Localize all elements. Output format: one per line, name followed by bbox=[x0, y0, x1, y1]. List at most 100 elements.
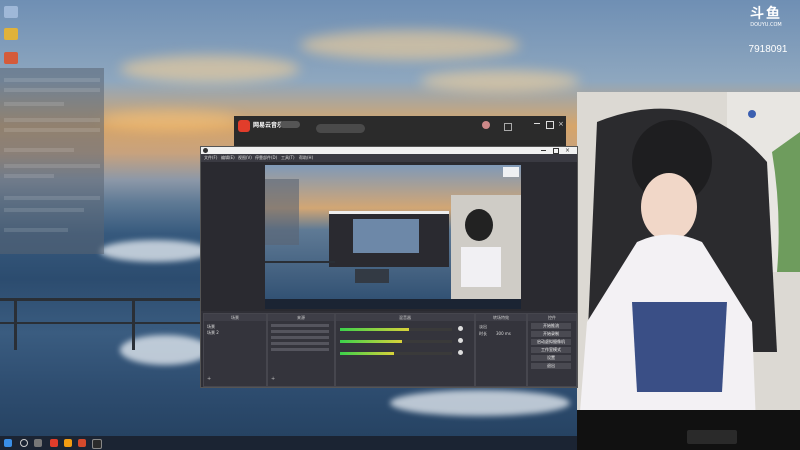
mixer-meter-fill bbox=[340, 340, 402, 343]
source-item[interactable] bbox=[271, 324, 329, 327]
mixer-meter bbox=[340, 340, 452, 343]
transition-duration-value[interactable]: 300 ms bbox=[496, 331, 511, 336]
railing bbox=[0, 298, 200, 301]
obs-logo-icon bbox=[203, 148, 208, 153]
search-input[interactable] bbox=[316, 124, 365, 133]
cloud bbox=[300, 30, 520, 60]
mixer-meter bbox=[340, 352, 452, 355]
platform-logo: 斗鱼 DOUYU.COM bbox=[738, 6, 794, 42]
desktop-icon[interactable] bbox=[4, 52, 18, 64]
maximize-icon[interactable] bbox=[546, 121, 554, 129]
start-streaming-button[interactable]: 开始推流 bbox=[531, 323, 571, 329]
taskbar-app-icon[interactable] bbox=[92, 439, 102, 449]
desktop-icon[interactable] bbox=[4, 28, 18, 40]
railing-post bbox=[132, 298, 135, 350]
chat-line bbox=[4, 208, 84, 212]
source-item[interactable] bbox=[271, 330, 329, 333]
platform-logo-mark: 斗鱼 bbox=[750, 6, 782, 22]
start-recording-button[interactable]: 开始录制 bbox=[531, 331, 571, 337]
add-scene-icon[interactable]: + bbox=[207, 376, 211, 382]
transition-type[interactable]: 淡出 bbox=[479, 324, 487, 330]
controls-dock: 控件 开始推流 开始录制 启动虚拟摄像机 工作室模式 设置 退出 bbox=[527, 313, 577, 387]
task-view-icon[interactable] bbox=[34, 439, 42, 447]
source-item[interactable] bbox=[271, 336, 329, 339]
music-app-badge bbox=[280, 121, 300, 128]
taskbar-app-icon[interactable] bbox=[64, 439, 72, 447]
menu-help[interactable]: 帮助(H) bbox=[299, 155, 313, 161]
obs-titlebar[interactable]: × bbox=[201, 147, 577, 154]
settings-button[interactable]: 设置 bbox=[531, 355, 571, 361]
webcam-image bbox=[577, 92, 800, 450]
preview-image bbox=[265, 165, 521, 309]
cloud bbox=[420, 70, 580, 92]
room-id: 7918091 bbox=[748, 44, 788, 55]
mixer-dock-title: 混音器 bbox=[336, 314, 474, 321]
railing bbox=[0, 322, 200, 324]
avatar[interactable] bbox=[482, 121, 490, 129]
menu-view[interactable]: 视图(V) bbox=[238, 155, 252, 161]
mixer-meter-fill bbox=[340, 352, 394, 355]
music-app-title: 网易云音乐 bbox=[253, 122, 284, 129]
taskbar-app-icon[interactable] bbox=[78, 439, 86, 447]
chat-line bbox=[4, 128, 100, 132]
add-source-icon[interactable]: + bbox=[271, 376, 275, 382]
sources-dock: 来源 + bbox=[267, 313, 335, 387]
wave bbox=[100, 240, 210, 262]
chat-line bbox=[4, 118, 100, 122]
chat-line bbox=[4, 228, 68, 232]
obs-docks: 场景 场景 场景 2 + 来源 + 混音器 转场特效 淡出 时长 300 ms … bbox=[201, 311, 577, 387]
transitions-dock-title: 转场特效 bbox=[476, 314, 526, 321]
menu-file[interactable]: 文件(F) bbox=[204, 155, 217, 161]
platform-logo-url: DOUYU.COM bbox=[750, 22, 782, 28]
chat-line bbox=[4, 164, 100, 168]
studio-mode-button[interactable]: 工作室模式 bbox=[531, 347, 571, 353]
chat-line bbox=[4, 174, 54, 178]
source-item[interactable] bbox=[271, 348, 329, 351]
chat-line bbox=[4, 196, 100, 200]
settings-icon[interactable] bbox=[504, 123, 512, 131]
wave bbox=[390, 390, 570, 416]
webcam-feed bbox=[577, 92, 800, 450]
close-icon[interactable]: × bbox=[558, 120, 564, 128]
sources-dock-title: 来源 bbox=[268, 314, 334, 321]
chat-line bbox=[4, 78, 100, 82]
taskbar bbox=[0, 436, 577, 450]
scenes-dock: 场景 场景 场景 2 + bbox=[203, 313, 267, 387]
mixer-meter bbox=[340, 328, 452, 331]
music-app-window[interactable]: 网易云音乐 × bbox=[234, 116, 566, 146]
scene-item[interactable]: 场景 2 bbox=[207, 330, 219, 336]
chat-line bbox=[4, 148, 74, 152]
exit-button[interactable]: 退出 bbox=[531, 363, 571, 369]
music-app-logo-icon bbox=[238, 120, 250, 132]
menu-docks[interactable]: 停靠部件(D) bbox=[255, 155, 277, 161]
obs-window[interactable]: × 文件(F) 编辑(E) 视图(V) 停靠部件(D) 工具(T) 帮助(H) bbox=[200, 146, 578, 388]
search-icon[interactable] bbox=[20, 439, 28, 447]
chat-overlay bbox=[0, 68, 104, 254]
obs-menubar: 文件(F) 编辑(E) 视图(V) 停靠部件(D) 工具(T) 帮助(H) bbox=[201, 154, 577, 162]
minimize-icon[interactable] bbox=[541, 150, 546, 151]
source-item[interactable] bbox=[271, 342, 329, 345]
scenes-dock-title: 场景 bbox=[204, 314, 266, 321]
cloud bbox=[100, 110, 240, 130]
chat-line bbox=[4, 88, 100, 92]
taskbar-app-icon[interactable] bbox=[50, 439, 58, 447]
desktop-icon[interactable] bbox=[4, 6, 18, 18]
controls-dock-title: 控件 bbox=[528, 314, 576, 321]
railing-post bbox=[14, 298, 17, 350]
mute-icon[interactable] bbox=[458, 326, 463, 331]
transitions-dock: 转场特效 淡出 时长 300 ms bbox=[475, 313, 527, 387]
mixer-dock: 混音器 bbox=[335, 313, 475, 387]
obs-preview[interactable] bbox=[265, 165, 521, 309]
transition-duration-label: 时长 bbox=[479, 331, 487, 336]
start-icon[interactable] bbox=[4, 439, 12, 447]
mixer-meter-fill bbox=[340, 328, 410, 331]
chat-line bbox=[4, 102, 64, 106]
minimize-icon[interactable] bbox=[534, 123, 540, 124]
menu-edit[interactable]: 编辑(E) bbox=[221, 155, 235, 161]
menu-tools[interactable]: 工具(T) bbox=[281, 155, 295, 161]
mute-icon[interactable] bbox=[458, 350, 463, 355]
mute-icon[interactable] bbox=[458, 338, 463, 343]
close-icon[interactable]: × bbox=[565, 147, 570, 154]
virtual-camera-button[interactable]: 启动虚拟摄像机 bbox=[531, 339, 571, 345]
cloud bbox=[120, 55, 300, 83]
